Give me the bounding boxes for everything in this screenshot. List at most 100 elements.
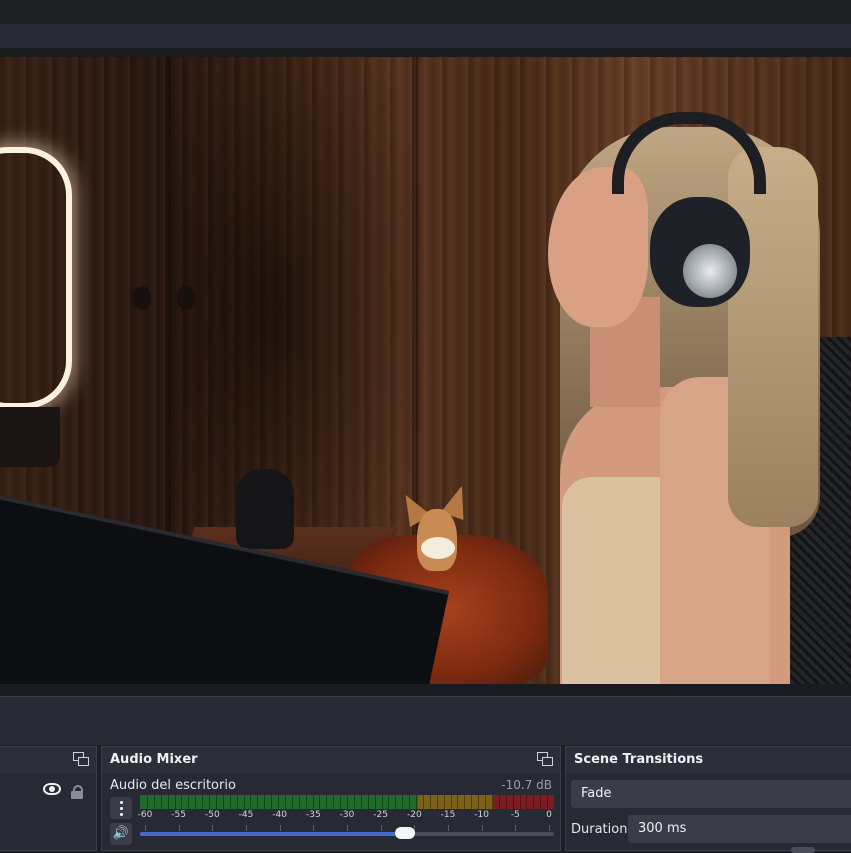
slider-tick bbox=[246, 825, 247, 831]
meter-tick bbox=[319, 795, 321, 809]
plush-fluff bbox=[421, 537, 455, 559]
preview-top-border bbox=[0, 48, 851, 57]
volume-meter bbox=[140, 795, 554, 809]
meter-tick bbox=[257, 795, 259, 809]
title-bar bbox=[0, 0, 851, 24]
meter-tick bbox=[305, 795, 307, 809]
slider-tick bbox=[515, 825, 517, 831]
meter-tick bbox=[250, 795, 252, 809]
scene-transitions-dock: Scene Transitions Fade Duration 300 ms bbox=[565, 746, 851, 853]
scale-label: -20 bbox=[406, 810, 422, 820]
scale-label: -40 bbox=[272, 810, 288, 820]
meter-tick bbox=[243, 795, 245, 809]
meter-tick bbox=[312, 795, 314, 809]
scrollbar-handle[interactable] bbox=[791, 847, 815, 853]
meter-tick bbox=[291, 795, 293, 809]
meter-tick bbox=[353, 795, 355, 809]
meter-tick bbox=[381, 795, 383, 809]
slider-tick bbox=[347, 825, 348, 831]
slider-tick bbox=[481, 825, 483, 831]
meter-tick bbox=[491, 795, 493, 809]
meter-tick bbox=[326, 795, 328, 809]
meter-tick bbox=[146, 795, 148, 809]
scale-label: -35 bbox=[305, 810, 321, 820]
eye-icon[interactable] bbox=[43, 783, 61, 795]
undock-icon[interactable] bbox=[73, 752, 89, 766]
slider-tick bbox=[549, 825, 550, 831]
meter-tick bbox=[160, 795, 162, 809]
meter-tick bbox=[485, 795, 486, 809]
meter-tick bbox=[181, 795, 183, 809]
meter-tick bbox=[416, 795, 417, 809]
audio-menu-button[interactable] bbox=[110, 797, 132, 819]
person-hair-front bbox=[728, 147, 818, 527]
scene-transitions-title: Scene Transitions bbox=[574, 752, 704, 767]
duration-input[interactable]: 300 ms bbox=[628, 815, 851, 843]
meter-tick bbox=[264, 795, 266, 809]
meter-tick bbox=[284, 795, 286, 809]
slider-tick bbox=[279, 825, 281, 831]
scale-label: -50 bbox=[204, 810, 220, 820]
lock-icon[interactable] bbox=[71, 785, 83, 799]
meter-tick bbox=[457, 795, 459, 809]
volume-slider-ticks bbox=[140, 825, 554, 831]
slider-tick bbox=[212, 825, 214, 831]
meter-tick bbox=[464, 795, 466, 809]
slider-tick bbox=[448, 825, 449, 831]
slider-tick bbox=[145, 825, 146, 831]
duration-label: Duration bbox=[571, 822, 628, 837]
microphone bbox=[236, 469, 294, 549]
meter-tick bbox=[450, 795, 452, 809]
meter-tick bbox=[333, 795, 335, 809]
speaker-icon[interactable]: 🔊 bbox=[110, 823, 132, 845]
preview-bottom-border bbox=[0, 684, 851, 696]
meter-tick bbox=[195, 795, 197, 809]
meter-tick bbox=[409, 795, 411, 809]
audio-mixer-header: Audio Mixer bbox=[102, 747, 560, 773]
meter-tick bbox=[547, 795, 549, 809]
scale-label: -15 bbox=[440, 810, 456, 820]
scale-label: -10 bbox=[474, 810, 490, 820]
meter-tick bbox=[340, 795, 342, 809]
program-preview[interactable] bbox=[0, 57, 851, 684]
meter-tick bbox=[374, 795, 376, 809]
scale-label: -30 bbox=[339, 810, 355, 820]
meter-tick bbox=[443, 795, 445, 809]
meter-tick bbox=[526, 795, 528, 809]
meter-tick bbox=[236, 795, 238, 809]
meter-tick bbox=[215, 795, 217, 809]
meter-tick bbox=[347, 795, 348, 809]
lamp-stand bbox=[0, 407, 60, 467]
meter-tick bbox=[367, 795, 369, 809]
volume-slider[interactable] bbox=[140, 827, 554, 839]
meter-tick bbox=[505, 795, 507, 809]
audio-level-readout: -10.7 dB bbox=[501, 778, 552, 792]
meter-tick bbox=[402, 795, 404, 809]
menu-bar bbox=[0, 24, 851, 48]
meter-tick bbox=[271, 795, 273, 809]
meter-tick bbox=[278, 795, 279, 809]
meter-tick bbox=[471, 795, 473, 809]
slider-tick bbox=[380, 825, 382, 831]
sources-dock bbox=[0, 746, 97, 851]
meter-tick bbox=[360, 795, 362, 809]
audio-source-name: Audio del escritorio bbox=[110, 778, 236, 793]
sources-dock-header bbox=[0, 747, 96, 773]
scale-label: -55 bbox=[171, 810, 187, 820]
volume-slider-fill bbox=[140, 832, 405, 836]
cabinet-knob bbox=[134, 287, 150, 309]
meter-tick bbox=[174, 795, 176, 809]
meter-tick bbox=[519, 795, 521, 809]
undock-icon[interactable] bbox=[537, 752, 553, 766]
meter-tick bbox=[209, 795, 210, 809]
slider-tick bbox=[313, 825, 315, 831]
scale-label: -5 bbox=[510, 810, 520, 820]
volume-slider-thumb[interactable] bbox=[394, 827, 415, 839]
transition-select[interactable]: Fade bbox=[571, 780, 851, 808]
slider-tick bbox=[178, 825, 180, 831]
meter-tick bbox=[202, 795, 204, 809]
meter-tick bbox=[298, 795, 300, 809]
scene-controls-bar bbox=[0, 696, 851, 745]
meter-tick bbox=[436, 795, 438, 809]
meter-tick bbox=[229, 795, 231, 809]
